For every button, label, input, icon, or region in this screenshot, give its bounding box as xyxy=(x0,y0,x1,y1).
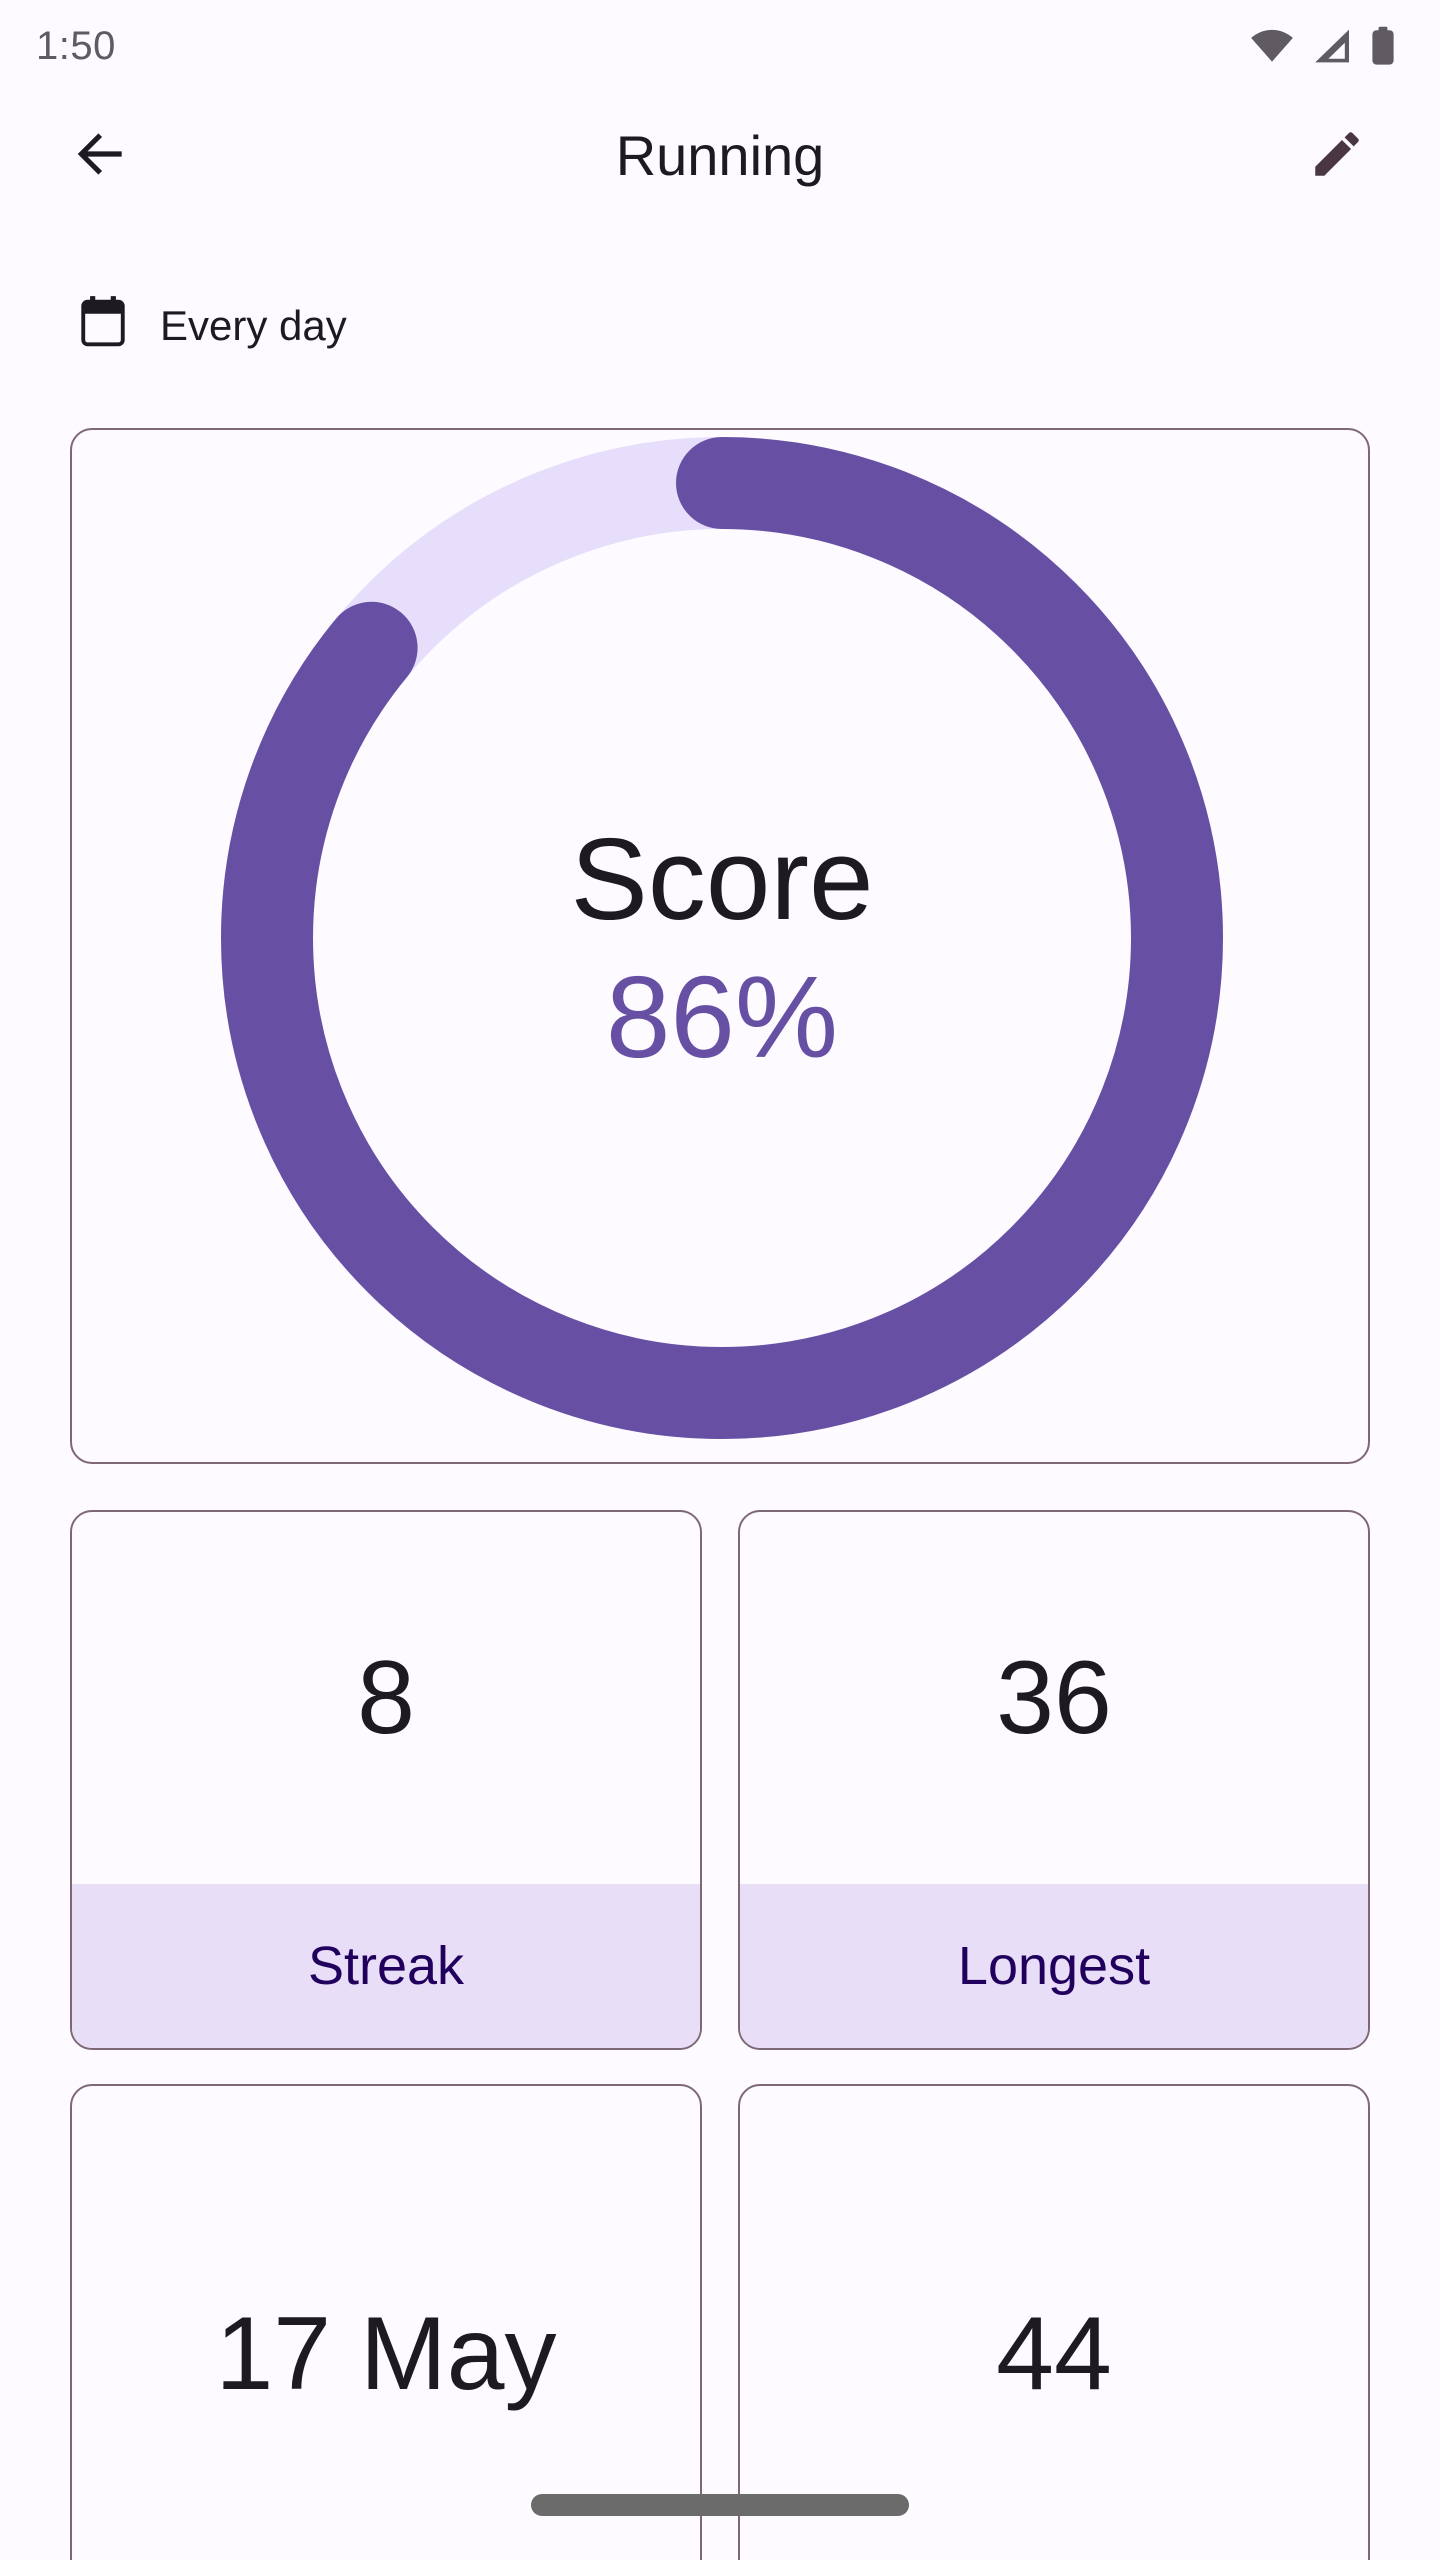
calendar-icon xyxy=(72,292,134,359)
edit-button[interactable] xyxy=(1292,111,1382,201)
stat-label: Streak xyxy=(307,1936,465,1996)
battery-icon xyxy=(1370,26,1396,66)
stat-value-area: 8 xyxy=(72,1512,700,1884)
stat-footer: Longest xyxy=(740,1884,1368,2048)
stat-card-total[interactable]: 44 xyxy=(738,2084,1370,2560)
score-card[interactable]: Score 86% xyxy=(70,428,1370,1464)
stat-grid: 8 Streak 36 Longest 17 May 44 xyxy=(70,1510,1370,2560)
arrow-back-icon xyxy=(70,123,132,190)
gesture-navigation-bar[interactable] xyxy=(531,2494,909,2516)
stat-value-area: 17 May xyxy=(72,2086,700,2560)
cellular-signal-icon xyxy=(1312,28,1352,64)
stat-value: 44 xyxy=(996,2296,1112,2412)
app-bar: Running xyxy=(0,92,1440,220)
stat-value-area: 44 xyxy=(740,2086,1368,2560)
pencil-edit-icon xyxy=(1308,125,1366,188)
score-progress-ring xyxy=(72,430,1368,1462)
status-bar-icons xyxy=(1250,26,1396,66)
back-button[interactable] xyxy=(56,111,146,201)
stat-value-area: 36 xyxy=(740,1512,1368,1884)
stat-value: 8 xyxy=(357,1640,415,1756)
stat-card-streak[interactable]: 8 Streak xyxy=(70,1510,702,2050)
status-bar-clock: 1:50 xyxy=(36,24,116,68)
frequency-label: Every day xyxy=(160,301,347,349)
stat-card-date[interactable]: 17 May xyxy=(70,2084,702,2560)
app-screen: 1:50 Running Every day Score 86% 8 Strea… xyxy=(0,0,1440,2560)
stat-value: 17 May xyxy=(215,2296,557,2412)
stat-value: 36 xyxy=(996,1640,1112,1756)
stat-card-longest[interactable]: 36 Longest xyxy=(738,1510,1370,2050)
ring-progress xyxy=(221,437,1223,1439)
status-bar: 1:50 xyxy=(0,0,1440,92)
stat-footer: Streak xyxy=(72,1884,700,2048)
frequency-row: Every day xyxy=(72,292,347,359)
wifi-icon xyxy=(1250,29,1294,63)
page-title: Running xyxy=(615,124,825,187)
stat-label: Longest xyxy=(957,1936,1151,1996)
